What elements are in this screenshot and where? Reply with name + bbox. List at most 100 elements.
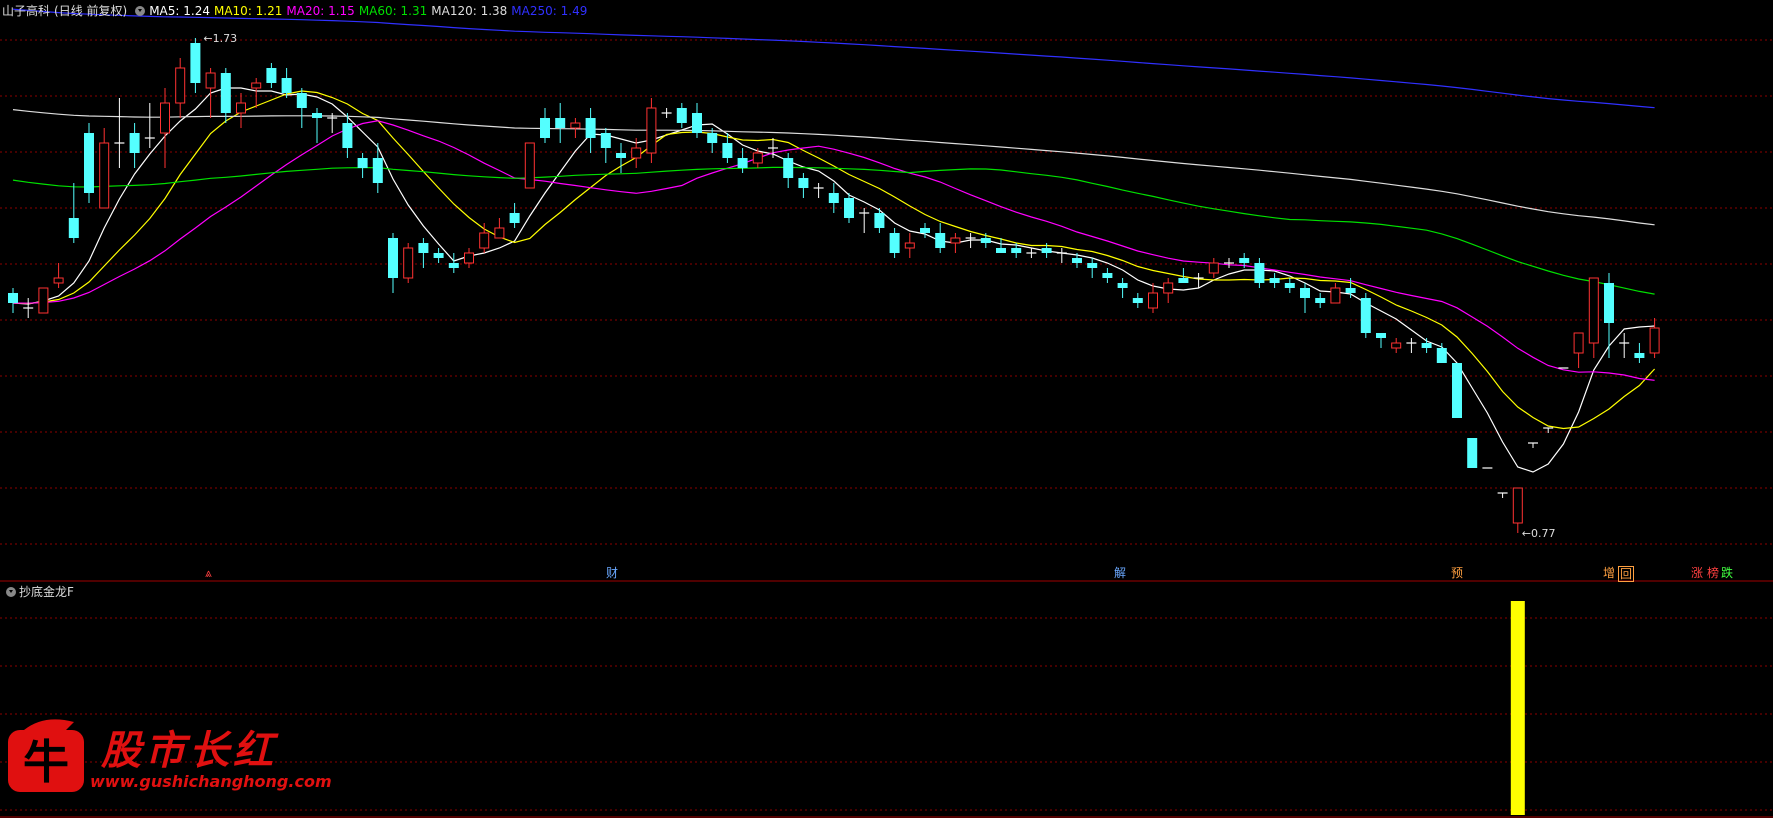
- candle: [388, 233, 398, 293]
- ma20-label: MA20: 1.15: [286, 4, 355, 18]
- candle-body: [403, 247, 414, 279]
- candle-body: [190, 43, 201, 83]
- ma250-label: MA250: 1.49: [511, 4, 588, 18]
- candle-body: [494, 227, 505, 239]
- event-marker[interactable]: 回: [1618, 566, 1635, 582]
- candle: [1102, 268, 1113, 283]
- candle: [1604, 273, 1614, 358]
- candle: [144, 103, 155, 148]
- candle-body: [1208, 262, 1219, 274]
- event-marker[interactable]: 涨: [1690, 566, 1704, 580]
- candle-body: [722, 143, 733, 158]
- candle-body: [1634, 353, 1645, 358]
- indicator-dropdown-icon[interactable]: [6, 587, 16, 597]
- candle-body: [904, 242, 915, 249]
- candle: [1497, 492, 1508, 498]
- candle-body: [266, 68, 277, 83]
- candle: [540, 108, 550, 143]
- candle-body: [585, 118, 596, 138]
- candle: [1132, 293, 1143, 308]
- candle-body: [372, 158, 383, 183]
- candle-body: [1041, 248, 1052, 253]
- candle: [874, 208, 885, 233]
- event-marker[interactable]: 增: [1602, 566, 1616, 580]
- candle: [1528, 442, 1538, 448]
- candle-body: [433, 253, 444, 258]
- candle-body: [1391, 342, 1402, 349]
- ma60-label: MA60: 1.31: [358, 4, 428, 18]
- candle: [1208, 258, 1219, 278]
- candle: [1056, 248, 1067, 263]
- event-marker[interactable]: 财: [605, 566, 619, 580]
- event-marker[interactable]: 榜: [1706, 566, 1720, 580]
- candle: [813, 183, 824, 198]
- main-chart-panel[interactable]: ←1.73 ←0.77: [0, 0, 1773, 582]
- candle: [296, 88, 307, 128]
- candle-body: [889, 233, 900, 253]
- candle: [1269, 273, 1280, 288]
- candle: [448, 253, 459, 273]
- settings-dropdown-icon[interactable]: [135, 6, 146, 16]
- candle: [68, 183, 79, 243]
- candle-body: [236, 102, 246, 114]
- candle: [1345, 278, 1356, 298]
- candlestick-chart[interactable]: ←1.73 ←0.77: [0, 0, 1773, 582]
- candle: [509, 203, 520, 228]
- low-price-label: ←0.77: [1522, 527, 1556, 540]
- candle-body: [1254, 263, 1265, 283]
- candle-body: [1421, 343, 1432, 348]
- candle: [479, 223, 490, 253]
- candle-body: [1269, 278, 1280, 283]
- candle-body: [448, 263, 459, 268]
- ma250-line: [12, 8, 1655, 109]
- candle-body: [175, 67, 186, 104]
- candle-body: [631, 147, 642, 159]
- event-marker[interactable]: 预: [1450, 566, 1464, 580]
- candle-body: [1452, 363, 1462, 418]
- candle: [1376, 333, 1386, 348]
- candle-body: [509, 213, 520, 223]
- candle: [980, 233, 991, 248]
- candle: [1360, 293, 1371, 338]
- candle-body: [99, 142, 110, 209]
- candle: [433, 248, 444, 263]
- candle: [312, 108, 322, 143]
- candle: [372, 143, 383, 193]
- candle: [859, 208, 870, 233]
- candle: [707, 128, 718, 153]
- candle: [8, 288, 18, 313]
- indicator-title: 抄底金龙F: [2, 583, 74, 600]
- event-marker[interactable]: 解: [1113, 566, 1127, 580]
- watermark-title: 股市长红: [101, 727, 277, 774]
- candle: [798, 173, 809, 198]
- candle: [23, 298, 34, 318]
- candle: [1649, 318, 1660, 358]
- candle: [646, 98, 657, 163]
- candle: [1619, 333, 1630, 358]
- bull-logo-icon: 牛: [8, 719, 84, 792]
- candle-body: [129, 133, 140, 153]
- candle: [1117, 278, 1128, 298]
- candle: [1330, 283, 1341, 304]
- candle: [84, 123, 94, 203]
- ma120-label: MA120: 1.38: [431, 4, 508, 18]
- candle-body: [220, 73, 231, 113]
- candle-body: [1330, 287, 1341, 304]
- event-marker[interactable]: 跌: [1720, 566, 1734, 580]
- ma10-label: MA10: 1.21: [213, 4, 283, 18]
- candle-body: [357, 158, 368, 168]
- candle: [1391, 338, 1402, 353]
- candle: [1634, 343, 1645, 363]
- candle-body: [676, 108, 687, 123]
- candle-body: [646, 107, 657, 154]
- candle: [205, 68, 216, 118]
- candle-body: [1436, 348, 1447, 363]
- event-marker[interactable]: ⩓: [204, 566, 213, 580]
- candle: [1588, 277, 1599, 358]
- candle: [661, 108, 672, 118]
- candle: [950, 233, 961, 253]
- candle: [844, 193, 854, 223]
- candle: [555, 103, 566, 143]
- candle-body: [68, 218, 79, 238]
- candle: [1421, 338, 1432, 353]
